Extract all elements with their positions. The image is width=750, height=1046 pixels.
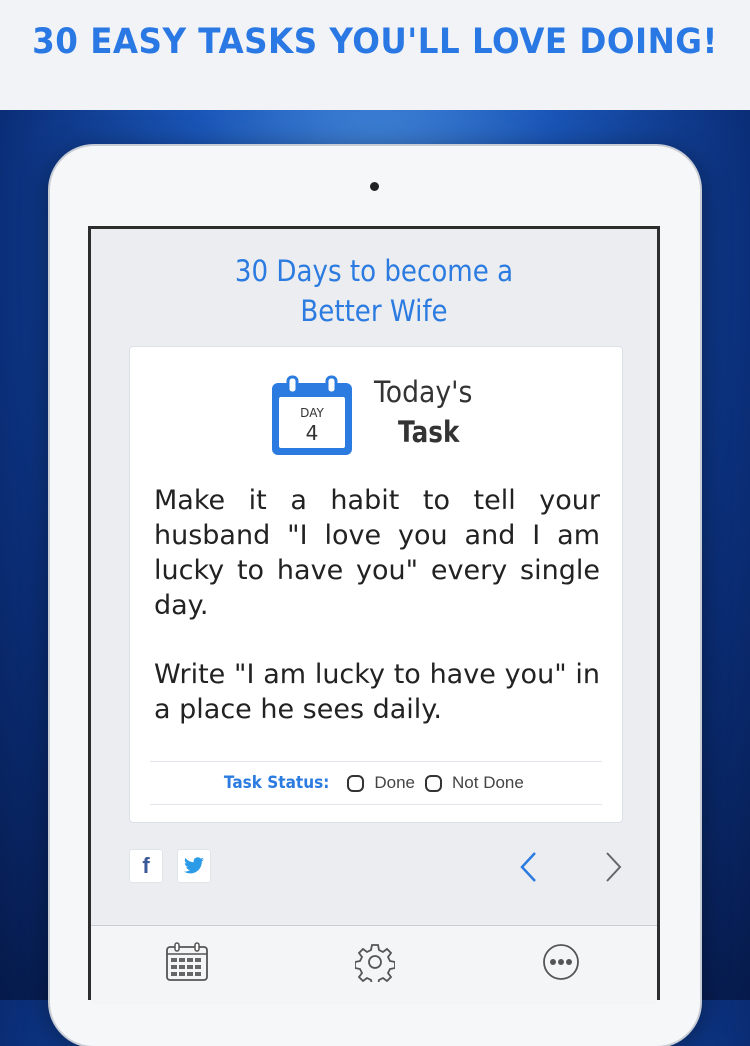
app-title-line2: Better Wife [300,294,448,328]
camera-dot [370,182,379,191]
app-screen: 30 Days to become a Better Wife DAY 4 To… [88,226,660,1004]
calendar-icon: DAY 4 [272,375,352,455]
tab-more[interactable] [537,938,585,986]
facebook-share-button[interactable]: f [129,849,163,883]
task-status-label: Task Status: [224,773,330,793]
promo-headline: 30 EASY TASKS YOU'LL LOVE DOING! [32,22,718,62]
calendar-day-number: 4 [306,421,319,445]
torn-paper-edge [0,80,750,106]
task-paragraph-1: Make it a habit to tell your husband "I … [154,485,600,621]
bottom-tab-bar [91,925,657,1004]
chevron-left-icon[interactable] [515,849,543,885]
tab-settings[interactable] [351,938,399,986]
app-title-line1: 30 Days to become a [234,254,514,288]
task-paragraph-2: Write "I am lucky to have you" in a plac… [154,659,600,725]
done-checkbox[interactable] [347,774,365,792]
more-icon [543,944,579,980]
task-label: Task [398,415,460,449]
gear-icon [355,944,395,982]
chevron-right-icon[interactable] [599,849,627,885]
not-done-label[interactable]: Not Done [452,773,524,793]
not-done-checkbox[interactable] [425,774,443,792]
done-label[interactable]: Done [374,773,415,793]
calendar-day-label: DAY [300,406,324,420]
facebook-icon: f [142,853,150,878]
task-description: Make it a habit to tell your husband "I … [154,483,600,761]
twitter-icon [184,857,204,874]
today-label: Today's [374,375,473,409]
app-title: 30 Days to become a Better Wife [119,251,628,331]
calendar-grid-icon [166,942,208,981]
task-card: DAY 4 Today's Task Make it a habit to te… [129,346,623,823]
twitter-share-button[interactable] [177,849,211,883]
tab-calendar[interactable] [163,938,211,986]
task-status-row: Task Status: Done Not Done [150,761,602,805]
